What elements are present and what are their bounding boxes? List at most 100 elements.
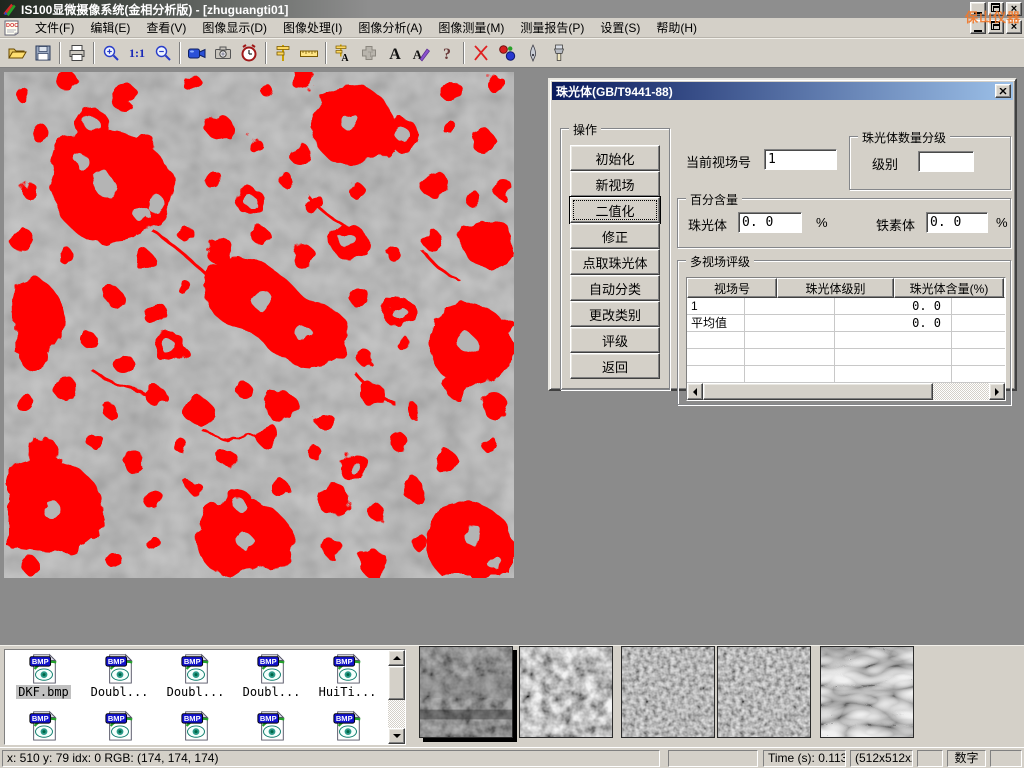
scroll-thumb[interactable] [388, 666, 405, 700]
help-icon: ? [437, 43, 457, 63]
file-item[interactable] [234, 709, 309, 741]
file-item[interactable]: Doubl... [82, 652, 157, 699]
svg-text:DOC: DOC [6, 23, 18, 29]
brush-button[interactable] [546, 41, 572, 66]
annotate-button[interactable]: A [408, 41, 434, 66]
operation-button[interactable]: 评级 [570, 327, 660, 353]
operation-button[interactable]: 点取珠光体 [570, 249, 660, 275]
operation-button[interactable]: 更改类别 [570, 301, 660, 327]
ruler-button[interactable] [296, 41, 322, 66]
file-item[interactable] [6, 709, 81, 741]
classify-button[interactable] [494, 41, 520, 66]
bmp-file-icon [27, 709, 61, 741]
window-controls: × [970, 2, 1022, 16]
mdi-close-button[interactable]: × [1006, 20, 1022, 34]
micrograph-image[interactable] [4, 72, 514, 578]
measure-text-icon: A [333, 43, 353, 63]
menu-item[interactable]: 帮助(H) [648, 17, 705, 38]
dialog-title-bar[interactable]: 珠光体(GB/T9441-88) [552, 82, 1013, 100]
print-button[interactable] [64, 41, 90, 66]
status-empty-1 [668, 750, 758, 767]
scroll-down-button[interactable] [388, 728, 405, 744]
thumbnail-5[interactable] [820, 646, 914, 738]
thumbnail-2[interactable] [519, 646, 613, 738]
table-header-cell[interactable]: 珠光体级别 [777, 278, 894, 298]
file-item[interactable] [158, 709, 233, 741]
merge-button[interactable] [356, 41, 382, 66]
file-vertical-scrollbar[interactable] [388, 650, 405, 744]
menu-item[interactable]: 图像处理(I) [275, 17, 350, 38]
table-header-cell[interactable]: 视场号 [687, 278, 777, 298]
operation-button[interactable]: 修正 [570, 223, 660, 249]
pearlite-percent-input[interactable] [738, 212, 802, 233]
timer-button[interactable] [236, 41, 262, 66]
photo-capture-button[interactable] [210, 41, 236, 66]
thumbnail-5-image [821, 647, 913, 737]
minimize-button[interactable] [970, 2, 986, 16]
mdi-minimize-button[interactable] [970, 20, 986, 34]
menu-item[interactable]: 图像测量(M) [430, 17, 512, 38]
menu-item[interactable]: 文件(F) [27, 17, 82, 38]
brush-icon [549, 43, 569, 63]
operation-button[interactable]: 初始化 [570, 145, 660, 171]
zoom-in-button[interactable] [98, 41, 124, 66]
camera-icon [213, 43, 233, 63]
restore-button[interactable] [988, 2, 1004, 16]
menu-item[interactable]: 测量报告(P) [512, 17, 592, 38]
file-item[interactable]: Doubl... [158, 652, 233, 699]
level-input[interactable] [918, 151, 974, 172]
status-empty-2 [917, 750, 943, 767]
save-button[interactable] [30, 41, 56, 66]
operation-button[interactable]: 新视场 [570, 171, 660, 197]
file-item[interactable]: Doubl... [234, 652, 309, 699]
table-header-cell[interactable]: 珠光体含量(%) [894, 278, 1004, 298]
scroll-track[interactable] [933, 383, 989, 400]
dialog-close-button[interactable] [995, 84, 1011, 98]
mdi-restore-button[interactable] [988, 20, 1004, 34]
file-item[interactable] [310, 709, 385, 741]
operation-button[interactable]: 自动分类 [570, 275, 660, 301]
video-capture-button[interactable] [184, 41, 210, 66]
menu-item[interactable]: 查看(V) [138, 17, 194, 38]
scroll-up-button[interactable] [388, 650, 405, 666]
thumbnail-4[interactable] [717, 646, 811, 738]
table-horizontal-scrollbar[interactable] [687, 383, 1005, 400]
menu-item[interactable]: 图像显示(D) [194, 17, 275, 38]
file-item[interactable]: DKF.bmp [6, 652, 81, 699]
table-header-cell[interactable]: 铁素体含量(%) [1004, 278, 1006, 298]
current-field-input[interactable] [764, 149, 837, 170]
multi-field-table[interactable]: 视场号珠光体级别珠光体含量(%)铁素体含量(%) 1 0. 0 [686, 277, 1006, 401]
clock-icon [239, 43, 259, 63]
actual-size-button[interactable]: 1:1 [124, 41, 150, 66]
text-button[interactable]: A [382, 41, 408, 66]
open-button[interactable] [4, 41, 30, 66]
zoom-out-button[interactable] [150, 41, 176, 66]
cell-ferrite-content [951, 298, 1006, 315]
scroll-thumb[interactable] [703, 383, 933, 400]
cell-ferrite-content [951, 315, 1006, 332]
scroll-right-button[interactable] [989, 383, 1005, 400]
operation-buttons: 初始化新视场二值化修正点取珠光体自动分类更改类别评级返回 [570, 145, 660, 379]
thumbnail-3[interactable] [621, 646, 715, 738]
file-browser[interactable]: DKF.bmp Doubl... Doubl... Doubl. [4, 649, 406, 745]
file-item[interactable] [82, 709, 157, 741]
menu-item[interactable]: 编辑(E) [82, 17, 138, 38]
ferrite-percent-input[interactable] [926, 212, 988, 233]
menu-item[interactable]: 设置(S) [592, 17, 648, 38]
table-row[interactable]: 1 0. 0 [687, 298, 1005, 315]
caliper-button[interactable] [270, 41, 296, 66]
table-row[interactable]: 平均值 0. 0 [687, 315, 1005, 332]
close-button[interactable]: × [1006, 2, 1022, 16]
document-icon: DOC [3, 20, 21, 36]
thumbnail-1[interactable] [419, 646, 513, 738]
operation-button[interactable]: 二值化 [570, 197, 660, 223]
measure-text-button[interactable]: A [330, 41, 356, 66]
scroll-left-button[interactable] [687, 383, 703, 400]
curve-erase-button[interactable] [468, 41, 494, 66]
help-button[interactable]: ? [434, 41, 460, 66]
operation-button[interactable]: 返回 [570, 353, 660, 379]
menu-item[interactable]: 图像分析(A) [350, 17, 430, 38]
file-item[interactable]: HuiTi... [310, 652, 385, 699]
pen-button[interactable] [520, 41, 546, 66]
curve-erase-icon [471, 43, 491, 63]
